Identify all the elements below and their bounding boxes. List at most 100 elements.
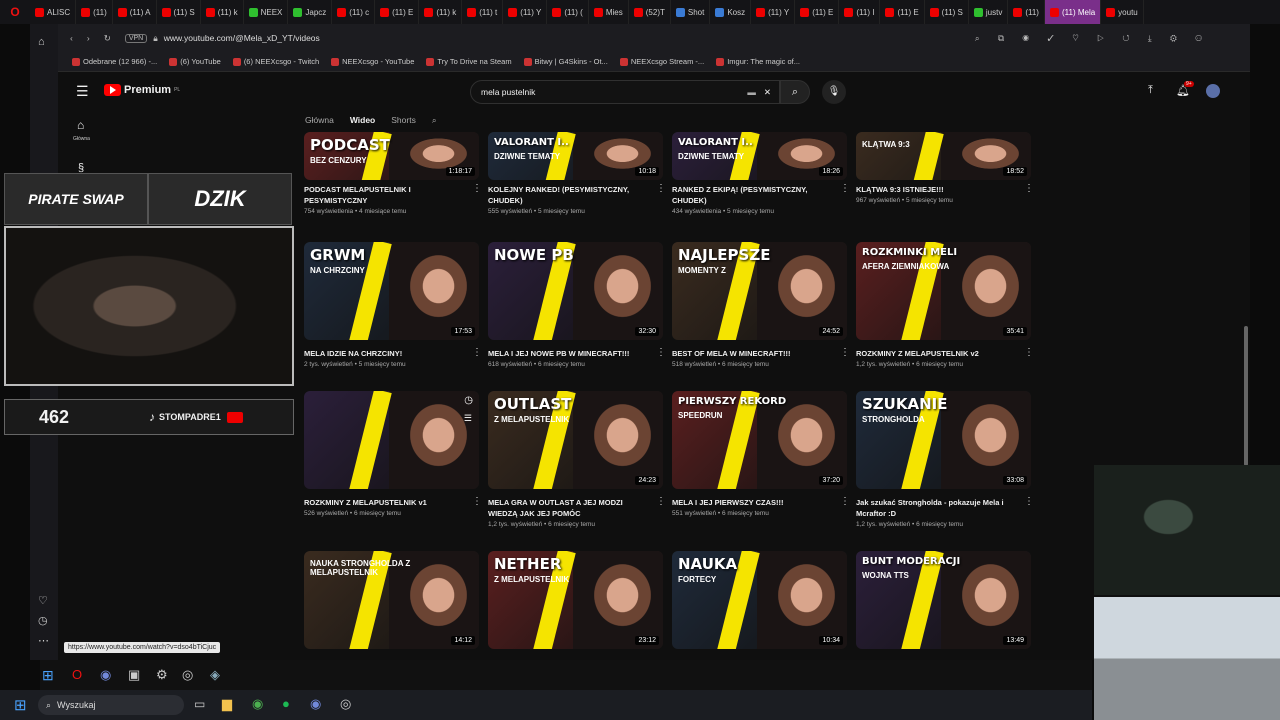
video-thumbnail[interactable]: SZUKANIE STRONGHOLDA 33:08 [856, 391, 1031, 489]
video-menu-icon[interactable]: ⋮ [840, 496, 850, 507]
browser-tab[interactable]: ALISC [30, 0, 77, 24]
windows-start-icon[interactable]: ⊞ [14, 696, 27, 714]
home-icon[interactable]: ⌂ [38, 36, 45, 48]
browser-tab[interactable]: Japcz [288, 0, 333, 24]
browser-tab[interactable]: (11) E [880, 0, 925, 24]
search-button[interactable]: ⌕ [780, 80, 810, 104]
video-title[interactable]: MELA IDZIE NA CHRZCINY! [304, 348, 469, 359]
video-title[interactable]: KOLEJNY RANKED! (PESYMISTYCZNY, CHUDEK) [488, 184, 653, 206]
browser-tab[interactable]: (11) k [201, 0, 244, 24]
browser-tab[interactable]: Kosz [710, 0, 752, 24]
forward-icon[interactable]: › [87, 33, 90, 43]
browser-tab[interactable]: (11) A [113, 0, 157, 24]
bookmark-item[interactable]: (6) YouTube [169, 57, 221, 66]
video-menu-icon[interactable]: ⋮ [656, 347, 666, 358]
clear-search-icon[interactable]: ✕ [764, 87, 771, 98]
video-menu-icon[interactable]: ⋮ [1024, 347, 1034, 358]
browser-tab[interactable]: (11) I [839, 0, 881, 24]
video-title[interactable]: MELA I JEJ PIERWSZY CZAS!!! [672, 497, 837, 508]
video-menu-icon[interactable]: ⋮ [840, 347, 850, 358]
home-nav-label[interactable]: Główna [73, 136, 90, 142]
steam-taskbar-icon[interactable]: ◈ [210, 667, 220, 683]
video-thumbnail[interactable]: ROZKMINKI MELI AFERA ZIEMNIAKOWA 35:41 [856, 242, 1031, 340]
browser-tab[interactable]: Mies [589, 0, 629, 24]
bookmark-item[interactable]: NEEXcsgo Stream -... [619, 57, 704, 66]
video-thumbnail[interactable]: NAUKA FORTECY 10:34 [672, 551, 847, 649]
back-icon[interactable]: ‹ [70, 33, 73, 43]
video-title[interactable]: MELA I JEJ NOWE PB W MINECRAFT!!! [488, 348, 653, 359]
video-menu-icon[interactable]: ⋮ [1024, 496, 1034, 507]
browser-tab[interactable]: (11) S [157, 0, 201, 24]
explorer-icon[interactable]: ▆ [222, 696, 232, 712]
voice-search-button[interactable]: 🎙︎ [822, 80, 846, 104]
video-thumbnail[interactable]: ◷ ☰ [304, 391, 479, 489]
app-taskbar-icon[interactable]: ▣ [128, 667, 140, 683]
youtube-logo[interactable]: Premium PL [104, 84, 180, 96]
watch-later-icon[interactable]: ◷ [464, 395, 473, 406]
bookmark-item[interactable]: Bitwy | G4Skins - Ot... [523, 57, 608, 66]
video-thumbnail[interactable]: OUTLAST Z MELAPUSTELNIK 24:23 [488, 391, 663, 489]
tab-videos[interactable]: Wideo [350, 115, 375, 126]
video-thumbnail[interactable]: NAJLEPSZE MOMENTY Z 24:52 [672, 242, 847, 340]
more-icon[interactable]: ⋯ [38, 634, 49, 647]
tab-home[interactable]: Główna [305, 115, 334, 126]
home-nav-icon[interactable]: ⌂ [77, 118, 84, 132]
video-thumbnail[interactable]: PODCAST BEZ CENZURY 1:18:17 [304, 132, 479, 180]
browser-tab[interactable]: youtu [1101, 0, 1144, 24]
video-thumbnail[interactable]: GRWM NA CHRZCINY 17:53 [304, 242, 479, 340]
add-to-queue-icon[interactable]: ☰ [464, 413, 472, 424]
task-view-icon[interactable]: ▭ [194, 697, 205, 711]
browser-tab[interactable]: (11) [76, 0, 113, 24]
video-thumbnail[interactable]: NETHER Z MELAPUSTELNIK 23:12 [488, 551, 663, 649]
discord-icon[interactable]: ◉ [310, 696, 321, 712]
browser-tab[interactable]: (11) Y [503, 0, 548, 24]
browser-tab[interactable]: (52)T [629, 0, 671, 24]
heart-icon[interactable]: ♡ [38, 594, 48, 607]
browser-tab[interactable]: (11) E [795, 0, 840, 24]
browser-tab[interactable]: justv [969, 0, 1009, 24]
spotify-icon[interactable]: ● [282, 696, 290, 711]
video-menu-icon[interactable]: ⋮ [472, 496, 482, 507]
video-menu-icon[interactable]: ⋮ [472, 183, 482, 194]
video-thumbnail[interactable]: KLĄTWA 9:3 18:52 [856, 132, 1031, 180]
video-title[interactable]: RANKED Z EKIPĄ! (PESYMISTYCZNY, CHUDEK) [672, 184, 837, 206]
video-thumbnail[interactable]: NAUKA STRONGHOLDA Z MELAPUSTELNIK 14:12 [304, 551, 479, 649]
video-menu-icon[interactable]: ⋮ [656, 496, 666, 507]
url-field[interactable]: www.youtube.com/@Mela_xD_YT/videos [164, 33, 320, 43]
clock-icon[interactable]: ◷ [38, 614, 48, 627]
browser-tab[interactable]: (11) t [462, 0, 504, 24]
video-title[interactable]: ROZKMINY Z MELAPUSTELNIK v1 [304, 497, 469, 508]
browser-tab[interactable]: (11) ( [547, 0, 589, 24]
browser-tab[interactable]: Shot [671, 0, 711, 24]
obs-icon[interactable]: ◎ [340, 696, 351, 712]
tab-shorts[interactable]: Shorts [391, 115, 416, 126]
video-thumbnail[interactable]: PIERWSZY REKORD SPEEDRUN 37:20 [672, 391, 847, 489]
bookmark-item[interactable]: Odebrane (12 966) -... [72, 57, 157, 66]
upload-icon[interactable]: ⤒ [1148, 84, 1153, 97]
browser-tab[interactable]: (11) c [332, 0, 376, 24]
video-menu-icon[interactable]: ⋮ [656, 183, 666, 194]
browser-tab[interactable]: (11) S [925, 0, 969, 24]
obs-taskbar-icon[interactable]: ◎ [182, 667, 193, 683]
taskbar-search[interactable]: ⌕ Wyszukaj [38, 695, 184, 715]
video-thumbnail[interactable]: BUNT MODERACJI WOJNA TTS 13:49 [856, 551, 1031, 649]
browser-tab[interactable]: (11) k [419, 0, 463, 24]
video-menu-icon[interactable]: ⋮ [472, 347, 482, 358]
browser-tab[interactable]: NEEX [244, 0, 289, 24]
video-title[interactable]: BEST OF MELA W MINECRAFT!!! [672, 348, 837, 359]
bookmark-item[interactable]: (6) NEEXcsgo - Twitch [232, 57, 319, 66]
browser-tab[interactable]: (11) Y [751, 0, 796, 24]
search-box[interactable]: mela pustelnik ▬ ✕ [470, 80, 780, 104]
video-title[interactable]: Jak szukać Strongholda - pokazuje Mela i… [856, 497, 1021, 519]
settings-taskbar-icon[interactable]: ⚙ [156, 667, 168, 683]
video-title[interactable]: MELA GRA W OUTLAST A JEJ MODZI WIEDZĄ JA… [488, 497, 653, 519]
channel-search-icon[interactable]: ⌕ [432, 115, 437, 126]
bookmark-item[interactable]: NEEXcsgo - YouTube [331, 57, 414, 66]
browser-tab[interactable]: (11) E [375, 0, 420, 24]
video-title[interactable]: PODCAST MELAPUSTELNIK I PESYMISTYCZNY [304, 184, 469, 206]
windows-start-icon[interactable]: ⊞ [42, 667, 54, 684]
video-menu-icon[interactable]: ⋮ [840, 183, 850, 194]
scrollbar[interactable] [1244, 326, 1248, 466]
bookmark-item[interactable]: Try To Drive na Steam [426, 57, 512, 66]
reload-icon[interactable]: ↻ [104, 33, 111, 44]
